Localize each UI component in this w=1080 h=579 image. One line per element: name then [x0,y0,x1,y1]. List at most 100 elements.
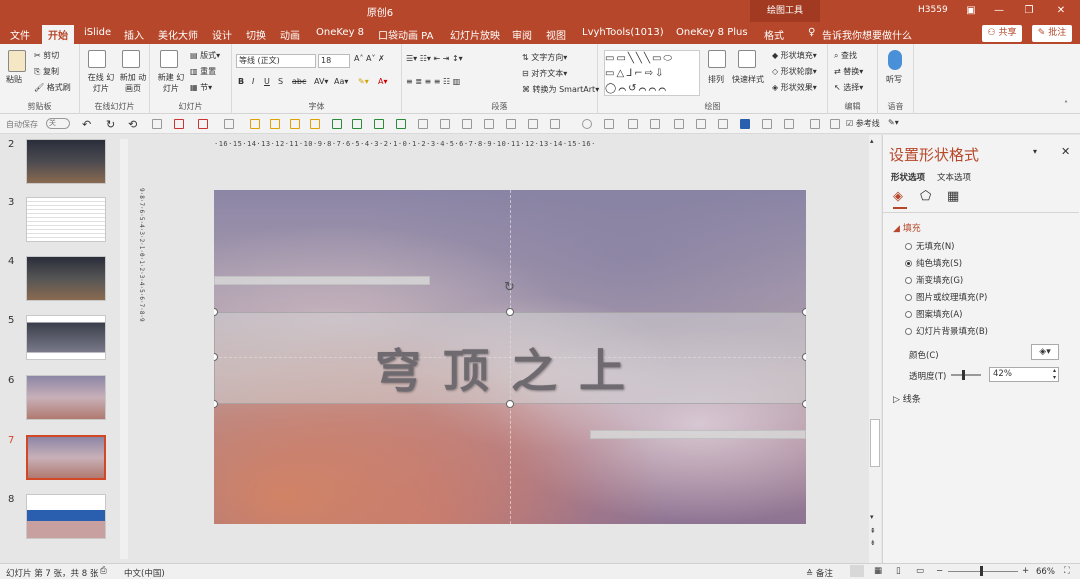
undo-icon[interactable]: ↶ [82,118,91,131]
title-band-shape[interactable]: 穹顶之上 [214,312,806,404]
font-name-select[interactable]: 等线 (正文) [236,54,316,68]
close-button[interactable]: ✕ [1052,3,1070,19]
slide-thumbnail-2[interactable] [26,139,106,184]
slide-thumbnail-6[interactable] [26,375,106,420]
new-anim-page-button[interactable]: 新加 动画页 [118,72,148,94]
shape-icon-1[interactable] [250,119,260,129]
resize-handle[interactable] [802,353,806,361]
new-anim-page-icon[interactable] [122,50,140,68]
grow-font-icon[interactable]: A˄ A˅ ✗ [354,54,385,63]
fit-window-icon[interactable]: ⛶ [1064,566,1070,576]
tab-shape-options[interactable]: 形状选项 [891,171,925,183]
ungroup-icon[interactable] [650,119,660,129]
pane-close-icon[interactable]: ✕ [1061,145,1070,158]
slide-title[interactable]: 穹顶之上 [215,335,806,401]
font-color-button[interactable]: A▾ [378,77,388,86]
arrange-icon[interactable] [708,50,726,68]
shape-icon-3[interactable] [290,119,300,129]
editor-scrollbar[interactable]: ▴ ▾ ⇞ ⇟ [869,135,881,563]
ribbon-display-icon[interactable]: ▣ [962,3,980,19]
tab-home[interactable]: 开始 [42,25,74,44]
customize-qat-icon[interactable]: ✎▾ [888,118,899,127]
tab-lvyhtools[interactable]: LvyhTools(1013) [582,27,664,38]
quick-styles-button[interactable]: 快速样式 [732,74,764,85]
fill-option-none[interactable]: 无填充(N) [905,240,955,252]
change-case-button[interactable]: Aa▾ [334,77,348,86]
redo-icon[interactable]: ↻ [106,118,115,131]
resize-handle[interactable] [214,400,218,408]
resize-handle[interactable] [802,308,806,316]
cut-button[interactable]: ✂ 剪切 [34,50,59,61]
zoom-in-icon[interactable]: + [1022,566,1029,576]
reading-view-icon[interactable]: ▯ [896,566,901,576]
palette-icon[interactable] [784,119,794,129]
scroll-thumb[interactable] [870,419,880,467]
slide-thumbnail-4[interactable] [26,256,106,301]
link-icon[interactable] [830,119,840,129]
align-buttons[interactable]: ≡ ≣ ≡ ≡ ☷ ▥ [406,77,460,86]
share-button[interactable]: ⚇ 共享 [982,25,1022,42]
tab-view[interactable]: 视图 [546,27,566,42]
circle-icon[interactable] [582,119,592,129]
tab-insert[interactable]: 插入 [124,27,144,42]
tab-format[interactable]: 格式 [764,27,784,42]
size-icon[interactable] [674,119,684,129]
align-icon-2[interactable] [352,119,362,129]
align-text-button[interactable]: ⊟ 对齐文本▾ [522,68,567,79]
fill-option-pattern[interactable]: 图案填充(A) [905,308,962,320]
font-color-icon[interactable] [224,119,234,129]
comments-button[interactable]: ✎ 批注 [1032,25,1072,42]
next-slide-icon[interactable]: ⇟ [870,539,876,547]
tab-islide[interactable]: iSlide [84,27,111,38]
quick-styles-icon[interactable] [738,50,756,68]
slide-thumbnail-7[interactable] [26,435,106,480]
replace-button[interactable]: ⇄ 替换▾ [834,66,863,77]
star-icon[interactable] [418,119,428,129]
merge-icon[interactable] [810,119,820,129]
fill-section-toggle[interactable]: ◢ 填充 [893,221,921,234]
shape-icon-4[interactable] [310,119,320,129]
fill-line-icon[interactable]: ◈ [893,189,903,204]
tab-animations[interactable]: 动画 [280,27,300,42]
shape-effects-button[interactable]: ◈ 形状效果▾ [772,82,817,93]
resize-handle[interactable] [802,400,806,408]
distribute-icon-5[interactable] [528,119,538,129]
align-icon-3[interactable] [374,119,384,129]
new-slide-button[interactable]: 新建 幻灯片 [156,72,186,94]
effects-icon[interactable]: ⬠ [920,189,931,204]
repeat-icon[interactable]: ⟲ [128,118,137,131]
rgb-icon[interactable] [762,119,772,129]
section-button[interactable]: ▦ 节▾ [190,82,212,93]
user-name[interactable]: H3559 [918,5,948,15]
slide-canvas[interactable]: 穹顶之上 ↻ [214,190,806,524]
crop-icon[interactable] [550,119,560,129]
italic-button[interactable]: I [252,77,254,86]
spinner-icon[interactable]: ▴ ▾ [1053,367,1056,381]
thumbnails-scrollbar[interactable] [120,139,128,559]
shape-outline-button[interactable]: ◇ 形状轮廓▾ [772,66,817,77]
scroll-up-icon[interactable]: ▴ [870,137,874,145]
transparency-slider-thumb[interactable] [962,370,966,380]
guides-checkbox[interactable]: ☑ 参考线 [846,118,880,129]
tab-slideshow[interactable]: 幻灯片放映 [450,27,500,42]
language-indicator[interactable]: 中文(中国) [124,567,165,579]
copy-button[interactable]: ⎘ 复制 [34,66,59,77]
align-icon-4[interactable] [396,119,406,129]
resize-handle[interactable] [506,400,514,408]
highlight-icon[interactable]: ✎▾ [358,77,369,86]
shapes-gallery[interactable]: ▭▭╲╲╲▭⬭ ▭△ᒧ⌐⇨⇩ ◯⌒↺⌒⌒⌒ [604,50,700,96]
paste-button[interactable]: 粘贴 [6,74,22,85]
slide-thumbnail-8[interactable] [26,494,106,539]
layout-button[interactable]: ▤ 版式▾ [190,50,220,61]
normal-view-icon[interactable] [850,565,864,577]
resize-handle[interactable] [506,308,514,316]
notes-button[interactable]: ≙ 备注 [806,567,833,579]
distribute-icon-3[interactable] [484,119,494,129]
strikethrough-button[interactable]: abc [292,77,306,86]
scroll-down-icon[interactable]: ▾ [870,513,874,521]
underline-button[interactable]: U [264,77,270,86]
line-section-toggle[interactable]: ▷ 线条 [893,392,921,405]
minimize-button[interactable]: — [990,3,1008,19]
restore-button[interactable]: ❐ [1020,3,1038,19]
slide-thumbnail-3[interactable] [26,197,106,242]
